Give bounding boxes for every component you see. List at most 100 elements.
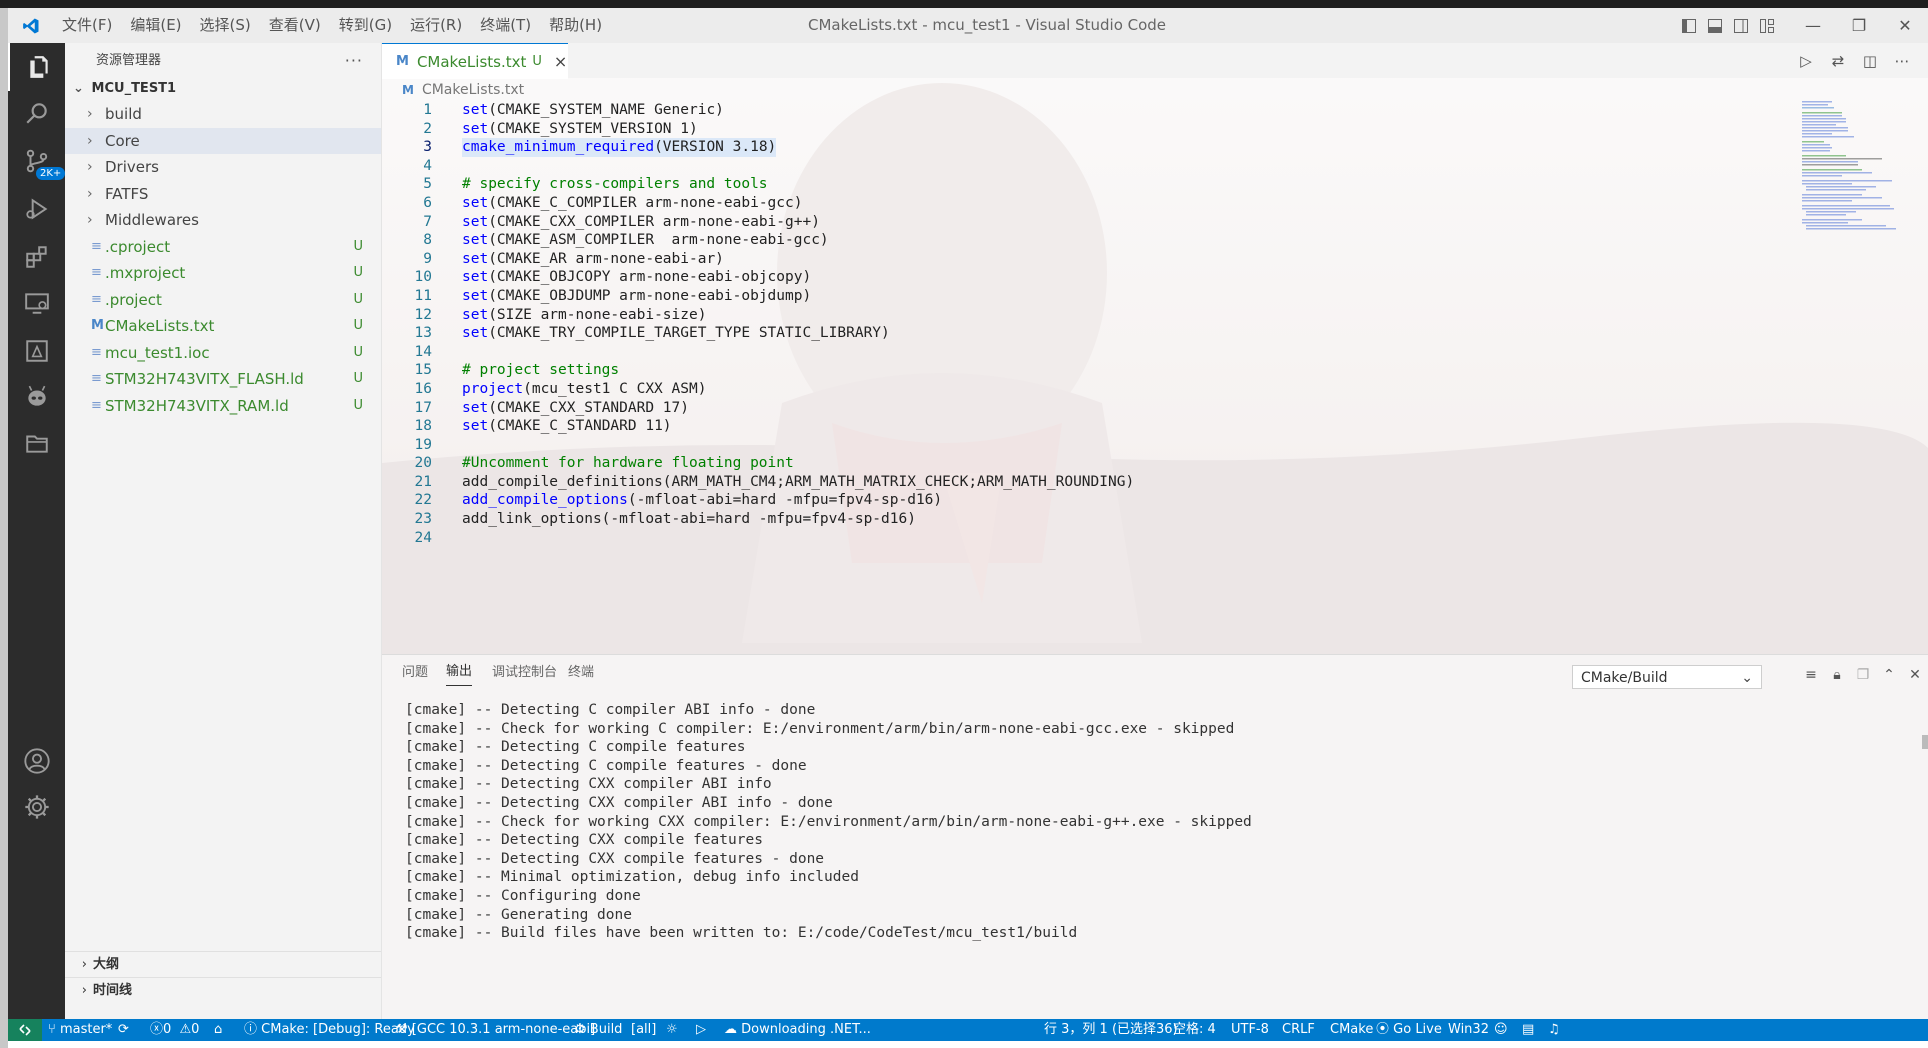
- code-line[interactable]: 22 add_compile_options(-mfloat-abi=hard -…: [382, 491, 1782, 510]
- code-line[interactable]: 14: [382, 343, 1782, 362]
- restore-icon[interactable]: ❐: [1836, 8, 1882, 43]
- output-channel-select[interactable]: CMake/Build ⌄: [1572, 665, 1762, 689]
- toggle-secondary-sidebar-icon[interactable]: [1728, 8, 1754, 43]
- code-line[interactable]: 6 set(CMAKE_C_COMPILER arm-none-eabi-gcc): [382, 194, 1782, 213]
- tree-folder[interactable]: › Core: [65, 127, 381, 154]
- remote-explorer-icon[interactable]: [8, 279, 65, 327]
- menu-item[interactable]: 运行(R): [401, 8, 471, 43]
- end-of-line[interactable]: CRLF: [1282, 1019, 1315, 1041]
- workspace-root[interactable]: ⌄ MCU_TEST1: [65, 78, 381, 100]
- menu-item[interactable]: 终端(T): [471, 8, 540, 43]
- copy-icon[interactable]: ❐: [1850, 667, 1876, 683]
- tree-folder[interactable]: › FATFS: [65, 181, 381, 208]
- git-branch[interactable]: ⑂ master*: [48, 1019, 112, 1041]
- code-line[interactable]: 18 set(CMAKE_C_STANDARD 11): [382, 417, 1782, 436]
- remote-indicator-icon[interactable]: [8, 1019, 42, 1041]
- menu-item[interactable]: 转到(G): [330, 8, 401, 43]
- run-play-icon[interactable]: ▷: [1790, 52, 1822, 70]
- tree-file[interactable]: ≡ .project U: [65, 287, 381, 314]
- encoding[interactable]: UTF-8: [1231, 1019, 1269, 1041]
- go-live[interactable]: ⦿ Go Live: [1376, 1019, 1442, 1041]
- toggle-primary-sidebar-icon[interactable]: [1676, 8, 1702, 43]
- indentation[interactable]: 空格: 4: [1173, 1019, 1216, 1041]
- tree-file[interactable]: ≡ .mxproject U: [65, 260, 381, 287]
- tree-file[interactable]: ≡ STM32H743VITX_RAM.ld U: [65, 393, 381, 420]
- panel-tab[interactable]: 调试控制台: [492, 655, 557, 691]
- panel-scrollbar[interactable]: [1922, 735, 1928, 749]
- code-line[interactable]: 3 cmake_minimum_required(VERSION 3.18): [382, 138, 1782, 157]
- code-line[interactable]: 4: [382, 157, 1782, 176]
- run-play-icon[interactable]: ▷: [696, 1019, 706, 1041]
- menu-item[interactable]: 文件(F): [53, 8, 121, 43]
- sync-icon[interactable]: ⟳: [118, 1019, 129, 1041]
- code-line[interactable]: 24: [382, 529, 1782, 548]
- code-editor[interactable]: 1 set(CMAKE_SYSTEM_NAME Generic) 2 set(CMAK…: [382, 101, 1782, 547]
- debug-bug-icon[interactable]: ☼: [666, 1019, 678, 1041]
- tree-file[interactable]: M CMakeLists.txt U: [65, 313, 381, 340]
- extensions-icon[interactable]: [8, 233, 65, 281]
- tab-cmakelists[interactable]: M CMakeLists.txt U ×: [382, 43, 568, 79]
- timeline-section[interactable]: › 时间线: [65, 977, 381, 1004]
- vscode-logo-icon[interactable]: [8, 8, 53, 43]
- code-line[interactable]: 7 set(CMAKE_CXX_COMPILER arm-none-eabi-g+…: [382, 213, 1782, 232]
- code-line[interactable]: 23 add_link_options(-mfloat-abi=hard -mfp…: [382, 510, 1782, 529]
- tree-folder[interactable]: › Drivers: [65, 154, 381, 181]
- code-line[interactable]: 10 set(CMAKE_OBJCOPY arm-none-eabi-objcop…: [382, 268, 1782, 287]
- code-line[interactable]: 20 #Uncomment for hardware floating point: [382, 454, 1782, 473]
- minimap[interactable]: [1802, 101, 1912, 261]
- build-target[interactable]: [all]: [631, 1019, 656, 1041]
- more-actions-icon[interactable]: ⋯: [1886, 52, 1918, 70]
- code-line[interactable]: 12 set(SIZE arm-none-eabi-size): [382, 306, 1782, 325]
- split-editor-icon[interactable]: ◫: [1854, 52, 1886, 70]
- cmake-kit[interactable]: ⚒ [GCC 10.3.1 arm-none-eabi]: [396, 1019, 595, 1041]
- cursor-position[interactable]: 行 3，列 1 (已选择36): [1044, 1019, 1178, 1041]
- notification-center-icon[interactable]: ▤: [1522, 1019, 1534, 1041]
- search-icon[interactable]: [8, 89, 65, 137]
- panel-tab[interactable]: 问题: [402, 655, 428, 691]
- close-panel-icon[interactable]: ✕: [1902, 667, 1928, 683]
- code-line[interactable]: 9 set(CMAKE_AR arm-none-eabi-ar): [382, 250, 1782, 269]
- tree-folder[interactable]: › Middlewares: [65, 207, 381, 234]
- code-line[interactable]: 15 # project settings: [382, 361, 1782, 380]
- panel-tab[interactable]: 终端: [568, 655, 594, 691]
- clear-output-icon[interactable]: ≡: [1798, 667, 1824, 683]
- code-line[interactable]: 13 set(CMAKE_TRY_COMPILE_TARGET_TYPE STAT…: [382, 324, 1782, 343]
- tree-folder[interactable]: › build: [65, 101, 381, 128]
- panel-tab[interactable]: 输出: [446, 655, 473, 686]
- cmake-icon[interactable]: [8, 327, 65, 375]
- build-button[interactable]: ⚙ Build: [574, 1019, 622, 1041]
- output-log[interactable]: [cmake] -- Detecting C compiler ABI info…: [405, 701, 1252, 943]
- source-control-icon[interactable]: 2K+: [8, 137, 66, 185]
- bell-icon[interactable]: ♫: [1548, 1019, 1560, 1041]
- problems-status[interactable]: ⓧ0 ⚠0: [150, 1019, 199, 1041]
- explorer-icon[interactable]: [8, 43, 67, 91]
- accounts-icon[interactable]: [8, 737, 65, 785]
- platform[interactable]: Win32: [1448, 1019, 1489, 1041]
- code-line[interactable]: 16 project(mcu_test1 C CXX ASM): [382, 380, 1782, 399]
- breadcrumb[interactable]: M CMakeLists.txt: [402, 78, 524, 102]
- code-line[interactable]: 21 add_compile_definitions(ARM_MATH_CM4;A…: [382, 473, 1782, 492]
- more-actions-icon[interactable]: ···: [345, 43, 363, 78]
- maximize-panel-icon[interactable]: ⌃: [1876, 667, 1902, 683]
- menu-item[interactable]: 帮助(H): [540, 8, 611, 43]
- open-changes-icon[interactable]: ⇄: [1822, 52, 1854, 70]
- menu-item[interactable]: 选择(S): [191, 8, 260, 43]
- tree-file[interactable]: ≡ mcu_test1.ioc U: [65, 340, 381, 367]
- tree-file[interactable]: ≡ STM32H743VITX_FLASH.ld U: [65, 366, 381, 393]
- code-line[interactable]: 11 set(CMAKE_OBJDUMP arm-none-eabi-objdum…: [382, 287, 1782, 306]
- download-status[interactable]: ☁ Downloading .NET...: [724, 1019, 871, 1041]
- code-line[interactable]: 17 set(CMAKE_CXX_STANDARD 17): [382, 399, 1782, 418]
- code-line[interactable]: 19: [382, 436, 1782, 455]
- feedback-icon[interactable]: ☺: [1494, 1019, 1508, 1041]
- code-line[interactable]: 5 # specify cross-compilers and tools: [382, 175, 1782, 194]
- toggle-panel-icon[interactable]: [1702, 8, 1728, 43]
- home-icon[interactable]: ⌂: [214, 1019, 222, 1041]
- minimize-icon[interactable]: —: [1790, 8, 1836, 43]
- close-tab-icon[interactable]: ×: [554, 52, 567, 71]
- alien-extension-icon[interactable]: [8, 373, 65, 421]
- lock-scroll-icon[interactable]: 🔒︎: [1824, 667, 1850, 683]
- settings-gear-icon[interactable]: [8, 783, 65, 831]
- code-line[interactable]: 2 set(CMAKE_SYSTEM_VERSION 1): [382, 120, 1782, 139]
- outline-section[interactable]: › 大纲: [65, 951, 381, 978]
- code-line[interactable]: 8 set(CMAKE_ASM_COMPILER arm-none-eabi-gc…: [382, 231, 1782, 250]
